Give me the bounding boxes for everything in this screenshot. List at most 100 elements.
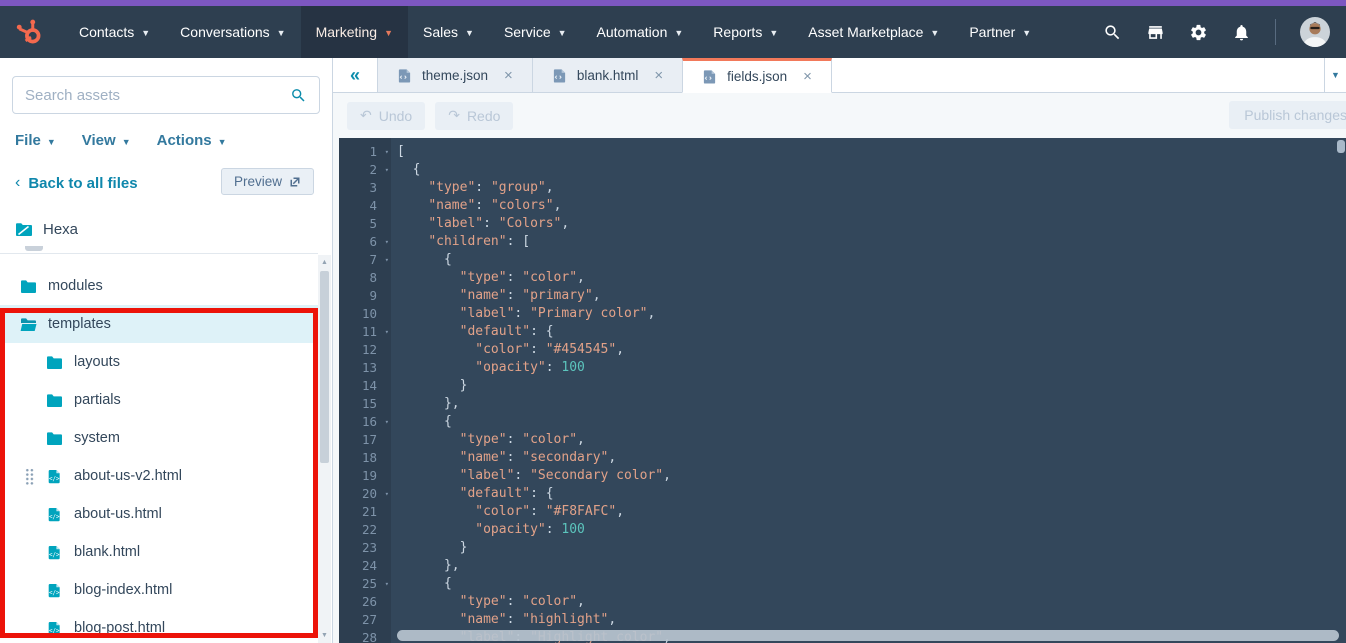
line-number: 11 ▾ — [361, 323, 389, 341]
code-line[interactable]: "type": "color", — [391, 593, 1346, 611]
tab-blank-html[interactable]: blank.html × — [531, 58, 683, 93]
drag-handle[interactable] — [25, 468, 35, 485]
nav-item-service[interactable]: Service ▼ — [489, 6, 582, 58]
scrollbar-thumb[interactable] — [320, 271, 329, 463]
settings-gear-icon[interactable] — [1189, 23, 1208, 42]
code-line[interactable]: "type": "color", — [391, 431, 1346, 449]
tab-overflow-dropdown[interactable]: ▼ — [1324, 58, 1346, 93]
code-line[interactable]: "name": "colors", — [391, 197, 1346, 215]
tab-close-icon[interactable]: × — [654, 67, 663, 84]
code-line[interactable]: "children": [ — [391, 233, 1346, 251]
tab-label: theme.json — [422, 67, 489, 83]
tree-item-blank-html[interactable]: </> blank.html — [0, 533, 318, 571]
code-line[interactable]: { — [391, 575, 1346, 593]
scroll-up-arrow-icon[interactable]: ▲ — [318, 259, 331, 266]
code-line[interactable]: "label": "Primary color", — [391, 305, 1346, 323]
fold-arrow-icon[interactable]: ▾ — [385, 413, 389, 431]
editor-vertical-scrollbar-thumb[interactable] — [1337, 140, 1345, 153]
editor-horizontal-scrollbar[interactable] — [397, 630, 1339, 641]
nav-item-contacts[interactable]: Contacts ▼ — [64, 6, 165, 58]
tab-theme-json[interactable]: theme.json × — [377, 58, 532, 93]
tree-item-templates[interactable]: templates — [0, 305, 318, 343]
tab-close-icon[interactable]: × — [803, 68, 812, 85]
code-line[interactable]: "color": "#454545", — [391, 341, 1346, 359]
tree-item-about-us-v2-html[interactable]: </> about-us-v2.html — [0, 457, 318, 495]
line-number: 15 — [361, 396, 377, 411]
nav-item-reports[interactable]: Reports ▼ — [698, 6, 793, 58]
code-line[interactable]: { — [391, 413, 1346, 431]
code-line[interactable]: "label": "Secondary color", — [391, 467, 1346, 485]
collapse-sidebar-button[interactable]: « — [333, 58, 377, 93]
code-line[interactable]: "type": "group", — [391, 179, 1346, 197]
search-assets-icon[interactable] — [290, 87, 307, 104]
fold-arrow-icon[interactable]: ▾ — [385, 161, 389, 179]
search-assets-input[interactable] — [25, 86, 290, 104]
code-line[interactable]: "type": "color", — [391, 269, 1346, 287]
code-editor[interactable]: 1 ▾ 2 ▾ 3 4 5 6 ▾ 7 ▾ 8 9 10 11 ▾ 12 13 14 15 16 ▾ 17 18 19 20 ▾ 21… — [339, 138, 1346, 643]
actions-menu[interactable]: Actions ▼ — [157, 132, 227, 149]
publish-changes-button[interactable]: Publish changes — [1229, 101, 1346, 129]
code-line[interactable]: "opacity": 100 — [391, 521, 1346, 539]
code-line[interactable]: "default": { — [391, 485, 1346, 503]
tree-item-partials[interactable]: partials — [0, 381, 318, 419]
hubspot-logo-icon[interactable] — [14, 17, 44, 47]
tab-fields-json[interactable]: fields.json × — [682, 58, 832, 93]
code-area[interactable]: [ { "type": "group", "name": "colors", "… — [391, 138, 1346, 643]
fold-arrow-icon[interactable]: ▾ — [385, 233, 389, 251]
file-tree: modules templates layouts partials system </>… — [0, 267, 318, 643]
theme-icon — [16, 223, 32, 236]
scroll-down-arrow-icon[interactable]: ▼ — [318, 632, 331, 639]
editor-tabbar: « theme.json × blank.html × fields.json × ▼ — [333, 58, 1346, 93]
tree-item-about-us-html[interactable]: </> about-us.html — [0, 495, 318, 533]
search-icon[interactable] — [1103, 23, 1122, 42]
code-line[interactable]: { — [391, 251, 1346, 269]
nav-item-marketing[interactable]: Marketing ▼ — [300, 6, 408, 58]
back-to-all-files-link[interactable]: ‹ Back to all files — [15, 174, 138, 192]
marketplace-icon[interactable] — [1146, 23, 1165, 42]
file-menu[interactable]: File ▼ — [15, 132, 56, 149]
code-line[interactable]: [ — [391, 143, 1346, 161]
fold-arrow-icon[interactable]: ▾ — [385, 323, 389, 341]
notifications-bell-icon[interactable] — [1232, 23, 1251, 42]
tree-item-layouts[interactable]: layouts — [0, 343, 318, 381]
nav-item-partner[interactable]: Partner ▼ — [954, 6, 1046, 58]
code-line[interactable]: "default": { — [391, 323, 1346, 341]
tree-item-label: templates — [48, 316, 111, 332]
nav-item-asset-marketplace[interactable]: Asset Marketplace ▼ — [793, 6, 954, 58]
undo-button[interactable]: ↶ Undo — [347, 101, 426, 130]
tree-item-system[interactable]: system — [0, 419, 318, 457]
code-line[interactable]: "label": "Colors", — [391, 215, 1346, 233]
chevron-down-icon: ▼ — [276, 28, 286, 38]
tree-item-modules[interactable]: modules — [0, 267, 318, 305]
tree-item-blog-index-html[interactable]: </> blog-index.html — [0, 571, 318, 609]
code-line[interactable]: } — [391, 377, 1346, 395]
fold-arrow-icon[interactable]: ▾ — [385, 251, 389, 269]
nav-item-conversations[interactable]: Conversations ▼ — [165, 6, 300, 58]
preview-button[interactable]: Preview — [220, 168, 314, 195]
tab-close-icon[interactable]: × — [504, 67, 513, 84]
tree-item-blog-post-html[interactable]: </> blog-post.html — [0, 609, 318, 643]
line-number: 17 — [361, 432, 377, 447]
view-menu[interactable]: View ▼ — [82, 132, 131, 149]
tree-item-label: about-us.html — [74, 506, 162, 522]
nav-item-automation[interactable]: Automation ▼ — [582, 6, 699, 58]
chevron-down-icon: ▼ — [121, 136, 131, 147]
code-line[interactable]: { — [391, 161, 1346, 179]
fold-arrow-icon[interactable]: ▾ — [385, 485, 389, 503]
code-line[interactable]: "color": "#F8FAFC", — [391, 503, 1346, 521]
tree-item-label: blank.html — [74, 544, 141, 560]
fold-arrow-icon[interactable]: ▾ — [385, 575, 389, 593]
theme-root[interactable]: Hexa — [15, 221, 78, 238]
code-line[interactable]: "name": "secondary", — [391, 449, 1346, 467]
code-line[interactable]: "name": "primary", — [391, 287, 1346, 305]
sidebar-scrollbar[interactable]: ▲ ▼ — [318, 255, 331, 643]
redo-button[interactable]: ↷ Redo — [435, 101, 514, 130]
nav-item-sales[interactable]: Sales ▼ — [408, 6, 489, 58]
code-line[interactable]: }, — [391, 557, 1346, 575]
code-line[interactable]: } — [391, 539, 1346, 557]
code-line[interactable]: "opacity": 100 — [391, 359, 1346, 377]
fold-arrow-icon[interactable]: ▾ — [385, 143, 389, 161]
code-line[interactable]: "name": "highlight", — [391, 611, 1346, 629]
code-line[interactable]: }, — [391, 395, 1346, 413]
user-avatar[interactable] — [1300, 17, 1330, 47]
